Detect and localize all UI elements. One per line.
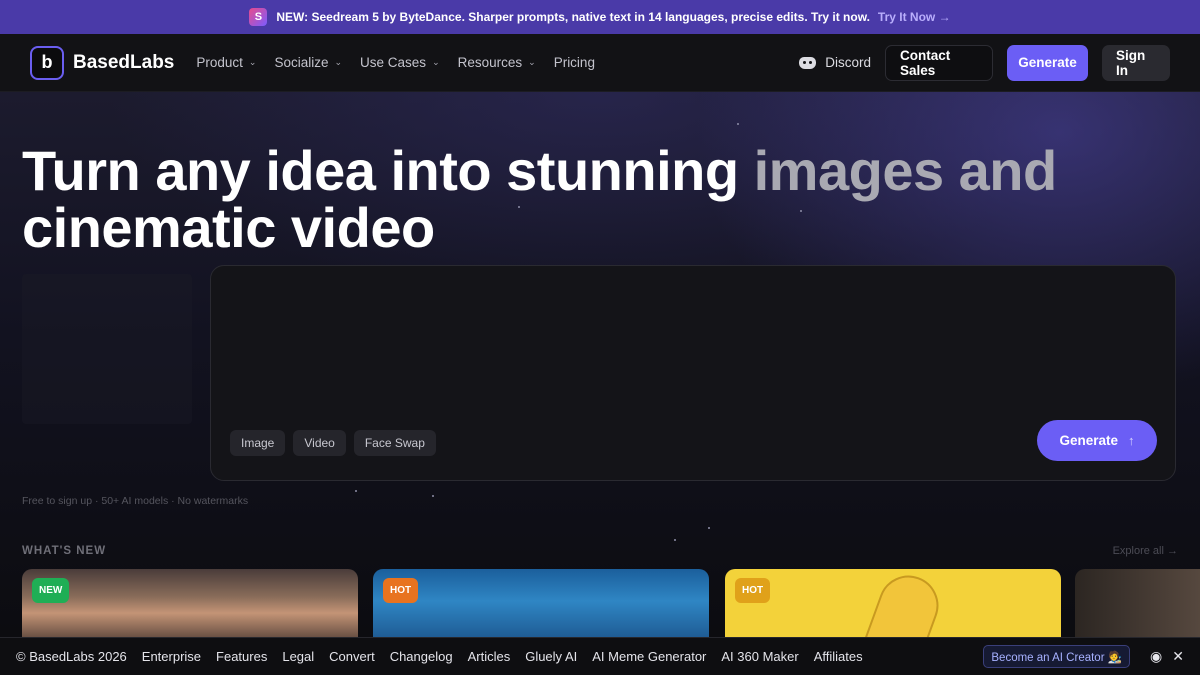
footer-link-features[interactable]: Features — [216, 649, 267, 664]
hero-title-dim: images and — [753, 139, 1058, 202]
discord-link[interactable]: Discord — [799, 55, 871, 70]
sign-in-button[interactable]: Sign In — [1102, 44, 1170, 81]
footer-link-gluely-ai[interactable]: Gluely AI — [525, 649, 577, 664]
chip-video[interactable]: Video — [293, 430, 346, 456]
star-dot — [674, 539, 676, 541]
become-ai-creator-button[interactable]: Become an AI Creator 🧑‍🎨 — [983, 645, 1131, 668]
chevron-down-icon: ⌄ — [248, 57, 257, 67]
footer-link-ai-360-maker[interactable]: AI 360 Maker — [721, 649, 798, 664]
x-icon[interactable]: ✕ — [1172, 648, 1184, 665]
footer-link-ai-meme-generator[interactable]: AI Meme Generator — [592, 649, 706, 664]
tagline: Free to sign up · 50+ AI models · No wat… — [22, 495, 249, 507]
arrow-up-icon: ↑ — [1128, 433, 1135, 448]
mode-chips: Image Video Face Swap — [230, 430, 444, 456]
prompt-input-box[interactable]: Image Video Face Swap Generate ↑ — [210, 265, 1176, 481]
hero-title: Turn any idea into stunning images and c… — [22, 142, 1072, 256]
discord-label: Discord — [825, 55, 871, 70]
nav-item-resources[interactable]: Resources ⌄ — [458, 55, 536, 70]
nav-item-product[interactable]: Product ⌄ — [196, 55, 256, 70]
nav-item-label: Use Cases — [360, 55, 427, 70]
nav-item-socialize[interactable]: Socialize ⌄ — [274, 55, 342, 70]
star-dot — [708, 527, 710, 529]
try-it-now-link[interactable]: Try It Now → — [878, 10, 951, 24]
generate-nav-button[interactable]: Generate — [1007, 44, 1088, 81]
nav-item-pricing[interactable]: Pricing — [554, 55, 595, 70]
chevron-down-icon: ⌄ — [432, 57, 440, 67]
seedream-logo-icon: S — [249, 8, 268, 26]
footer-link-changelog[interactable]: Changelog — [390, 649, 453, 664]
footer-right: Become an AI Creator 🧑‍🎨 ◉ ✕ — [983, 645, 1184, 668]
whats-new-label: WHAT'S NEW — [22, 545, 107, 557]
footer-link-affiliates[interactable]: Affiliates — [814, 649, 863, 664]
discord-icon[interactable]: ◉ — [1150, 648, 1162, 665]
status-badge: NEW — [32, 578, 70, 603]
hero-section: Turn any idea into stunning images and c… — [0, 92, 1200, 637]
nav-item-label: Resources — [457, 55, 523, 70]
nav-item-label: Socialize — [274, 55, 329, 70]
chevron-down-icon: ⌄ — [334, 57, 343, 67]
announcement-bar: S NEW: Seedream 5 by ByteDance. Sharper … — [0, 0, 1200, 34]
generate-button[interactable]: Generate ↑ — [1037, 420, 1157, 461]
hero-title-line2: cinematic video — [22, 196, 435, 259]
chip-image[interactable]: Image — [230, 430, 286, 456]
discord-icon — [799, 56, 817, 69]
status-badge: HOT — [735, 578, 771, 603]
nav-item-label: Product — [196, 55, 243, 70]
feature-card[interactable] — [1075, 569, 1200, 637]
feature-card[interactable]: HOT — [725, 569, 1061, 637]
chevron-down-icon: ⌄ — [528, 57, 536, 67]
footer-link-legal[interactable]: Legal — [282, 649, 314, 664]
star-dot — [737, 123, 739, 125]
footer-bar: © BasedLabs 2026 Enterprise Features Leg… — [0, 637, 1200, 675]
feature-card[interactable]: HOT — [373, 569, 709, 637]
nav-item-label: Pricing — [553, 55, 595, 70]
contact-sales-button[interactable]: Contact Sales — [885, 44, 993, 81]
copyright: © BasedLabs 2026 — [16, 649, 127, 664]
star-dot — [355, 490, 357, 492]
basedlabs-logo-icon[interactable]: b — [30, 45, 64, 80]
banana-image — [863, 569, 947, 637]
generate-label: Generate — [1059, 433, 1119, 448]
footer-link-enterprise[interactable]: Enterprise — [142, 649, 201, 664]
background-preview-panel — [22, 274, 192, 424]
footer-link-convert[interactable]: Convert — [329, 649, 375, 664]
nav-actions: Discord Contact Sales Generate Sign In — [799, 44, 1170, 81]
footer-link-articles[interactable]: Articles — [468, 649, 511, 664]
navbar: b BasedLabs Product ⌄ Socialize ⌄ Use Ca… — [0, 34, 1200, 92]
logo-text[interactable]: BasedLabs — [73, 52, 174, 74]
announcement-text: NEW: Seedream 5 by ByteDance. Sharper pr… — [276, 10, 870, 24]
chip-face-swap[interactable]: Face Swap — [353, 430, 436, 456]
feature-card[interactable]: NEW — [22, 569, 358, 637]
status-badge: HOT — [383, 578, 419, 603]
nav-item-use-cases[interactable]: Use Cases ⌄ — [360, 55, 440, 70]
star-dot — [432, 495, 434, 497]
explore-all-link[interactable]: Explore all → — [1113, 545, 1178, 557]
hero-title-bright: Turn any idea into stunning — [22, 139, 754, 202]
